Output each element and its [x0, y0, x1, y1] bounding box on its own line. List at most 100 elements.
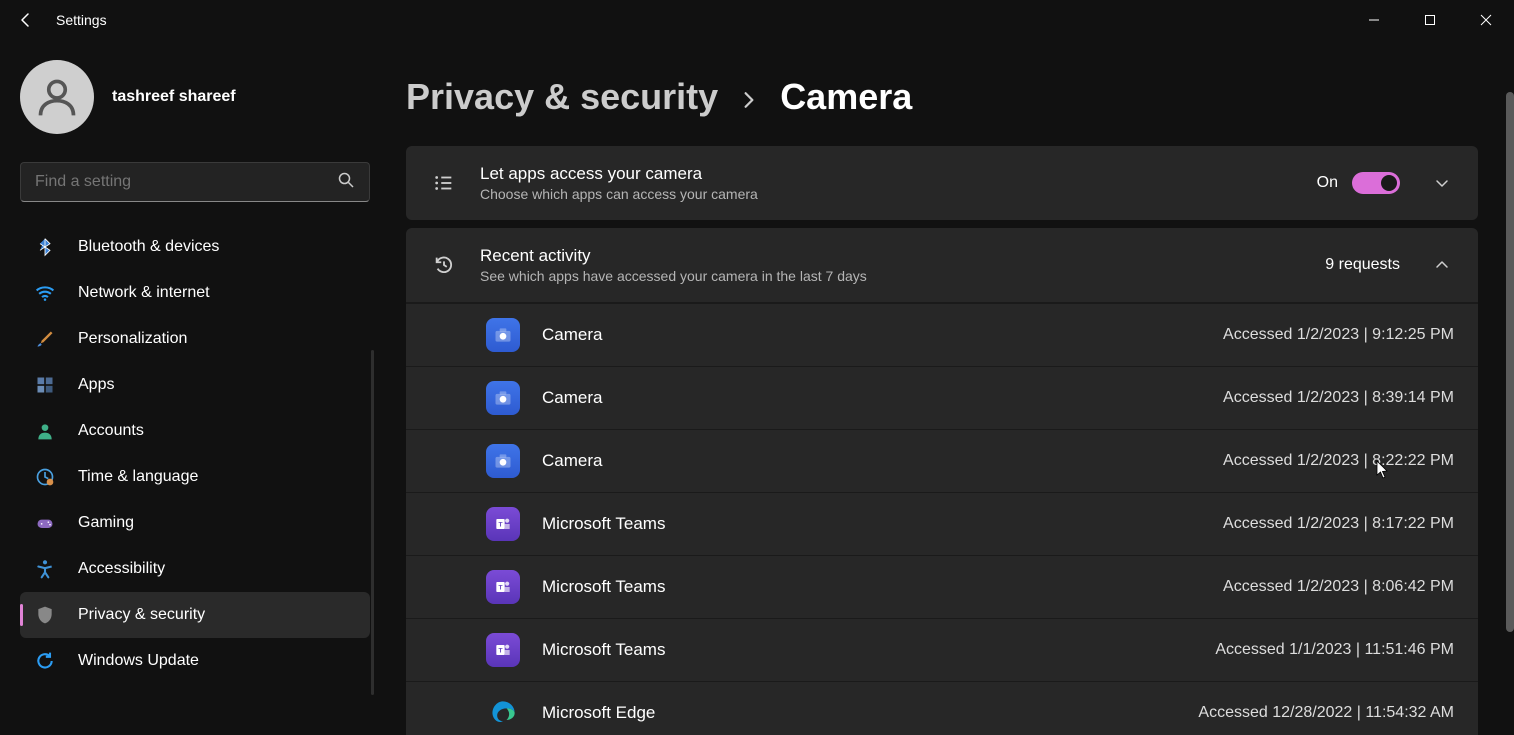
- recent-activity-panel: Recent activity See which apps have acce…: [406, 228, 1478, 735]
- activity-row[interactable]: Microsoft Edge Accessed 12/28/2022 | 11:5…: [406, 681, 1478, 735]
- teams-app-icon: T: [486, 633, 520, 667]
- bluetooth-icon: [34, 236, 56, 258]
- collapse-button[interactable]: [1430, 253, 1454, 277]
- activity-app-name: Camera: [542, 451, 1201, 471]
- sidebar-item-label: Windows Update: [78, 652, 199, 670]
- user-profile[interactable]: tashreef shareef: [20, 60, 370, 134]
- chevron-up-icon: [1434, 257, 1450, 273]
- activity-timestamp: Accessed 1/1/2023 | 11:51:46 PM: [1215, 641, 1454, 659]
- activity-row[interactable]: T Microsoft Teams Accessed 1/2/2023 | 8:06…: [406, 555, 1478, 618]
- arrow-left-icon: [18, 12, 34, 28]
- list-icon: [430, 169, 458, 197]
- request-count: 9 requests: [1325, 256, 1400, 274]
- camera-app-icon: [486, 381, 520, 415]
- chevron-right-icon: [740, 88, 758, 116]
- gamepad-icon: [34, 512, 56, 534]
- search-input[interactable]: [35, 173, 337, 191]
- teams-app-icon: T: [486, 507, 520, 541]
- sidebar-item-label: Time & language: [78, 468, 198, 486]
- sidebar-item-privacy-security[interactable]: Privacy & security: [20, 592, 370, 638]
- sidebar-item-label: Privacy & security: [78, 606, 205, 624]
- activity-timestamp: Accessed 12/28/2022 | 11:54:32 AM: [1198, 704, 1454, 722]
- activity-timestamp: Accessed 1/2/2023 | 8:17:22 PM: [1223, 515, 1454, 533]
- sidebar-item-windows-update[interactable]: Windows Update: [20, 638, 370, 684]
- user-name: tashreef shareef: [112, 88, 236, 106]
- minimize-icon: [1368, 14, 1380, 26]
- wifi-icon: [34, 282, 56, 304]
- activity-app-name: Microsoft Teams: [542, 514, 1201, 534]
- sidebar-item-personalization[interactable]: Personalization: [20, 316, 370, 362]
- back-button[interactable]: [8, 2, 44, 38]
- titlebar: Settings: [0, 0, 1514, 40]
- sidebar-item-time-language[interactable]: Time & language: [20, 454, 370, 500]
- sidebar-item-accessibility[interactable]: Accessibility: [20, 546, 370, 592]
- sidebar-item-label: Accessibility: [78, 560, 165, 578]
- person-icon: [34, 420, 56, 442]
- sidebar-item-network-internet[interactable]: Network & internet: [20, 270, 370, 316]
- edge-app-icon: [486, 696, 520, 730]
- page-title: Camera: [780, 76, 912, 118]
- let-apps-access-camera-setting[interactable]: Let apps access your camera Choose which…: [406, 146, 1478, 220]
- activity-timestamp: Accessed 1/2/2023 | 8:06:42 PM: [1223, 578, 1454, 596]
- sidebar-item-label: Accounts: [78, 422, 144, 440]
- recent-activity-title: Recent activity: [480, 246, 1303, 266]
- sidebar-item-label: Gaming: [78, 514, 134, 532]
- person-icon: [35, 75, 79, 119]
- sidebar-item-gaming[interactable]: Gaming: [20, 500, 370, 546]
- paintbrush-icon: [34, 328, 56, 350]
- sidebar-item-label: Network & internet: [78, 284, 210, 302]
- svg-text:T: T: [498, 585, 502, 592]
- update-icon: [34, 650, 56, 672]
- activity-row[interactable]: CameraAccessed 1/2/2023 | 8:22:22 PM: [406, 429, 1478, 492]
- activity-app-name: Camera: [542, 325, 1201, 345]
- close-button[interactable]: [1458, 0, 1514, 40]
- activity-row[interactable]: T Microsoft Teams Accessed 1/1/2023 | 11:5…: [406, 618, 1478, 681]
- sidebar: tashreef shareef Bluetooth & devices Netw…: [0, 40, 390, 735]
- recent-activity-header[interactable]: Recent activity See which apps have acce…: [406, 228, 1478, 303]
- camera-access-toggle[interactable]: [1352, 172, 1400, 194]
- setting-subtitle: Choose which apps can access your camera: [480, 186, 1295, 202]
- activity-app-name: Camera: [542, 388, 1201, 408]
- activity-app-name: Microsoft Teams: [542, 640, 1193, 660]
- accessibility-icon: [34, 558, 56, 580]
- activity-row[interactable]: Camera Accessed 1/2/2023 | 8:39:14 PM: [406, 366, 1478, 429]
- sidebar-item-label: Apps: [78, 376, 114, 394]
- chevron-down-icon: [1434, 175, 1450, 191]
- maximize-icon: [1424, 14, 1436, 26]
- sidebar-item-label: Personalization: [78, 330, 187, 348]
- search-icon: [337, 171, 355, 194]
- activity-row[interactable]: T Microsoft Teams Accessed 1/2/2023 | 8:17…: [406, 492, 1478, 555]
- main-scrollbar[interactable]: [1506, 92, 1514, 632]
- app-title: Settings: [56, 12, 107, 28]
- activity-timestamp: Accessed 1/2/2023 | 8:39:14 PM: [1223, 389, 1454, 407]
- search-box[interactable]: [20, 162, 370, 202]
- teams-app-icon: T: [486, 570, 520, 604]
- maximize-button[interactable]: [1402, 0, 1458, 40]
- activity-timestamp: Accessed 1/2/2023 | 9:12:25 PM: [1223, 326, 1454, 344]
- recent-activity-subtitle: See which apps have accessed your camera…: [480, 268, 1303, 284]
- minimize-button[interactable]: [1346, 0, 1402, 40]
- sidebar-scrollbar[interactable]: [371, 350, 374, 695]
- breadcrumb: Privacy & security Camera: [406, 76, 1478, 118]
- expand-button[interactable]: [1430, 171, 1454, 195]
- activity-row[interactable]: Camera Accessed 1/2/2023 | 9:12:25 PM: [406, 303, 1478, 366]
- shield-icon: [34, 604, 56, 626]
- main-content: Privacy & security Camera Let apps acces…: [390, 40, 1514, 735]
- setting-title: Let apps access your camera: [480, 164, 1295, 184]
- camera-app-icon: [486, 444, 520, 478]
- svg-text:T: T: [498, 648, 502, 655]
- clock-globe-icon: [34, 466, 56, 488]
- sidebar-item-bluetooth-devices[interactable]: Bluetooth & devices: [20, 224, 370, 270]
- camera-app-icon: [486, 318, 520, 352]
- toggle-state-label: On: [1317, 174, 1338, 192]
- sidebar-item-accounts[interactable]: Accounts: [20, 408, 370, 454]
- sidebar-item-apps[interactable]: Apps: [20, 362, 370, 408]
- apps-icon: [34, 374, 56, 396]
- sidebar-item-label: Bluetooth & devices: [78, 238, 219, 256]
- close-icon: [1480, 14, 1492, 26]
- avatar: [20, 60, 94, 134]
- breadcrumb-parent[interactable]: Privacy & security: [406, 76, 718, 118]
- activity-app-name: Microsoft Edge: [542, 703, 1176, 723]
- svg-text:T: T: [498, 522, 502, 529]
- activity-app-name: Microsoft Teams: [542, 577, 1201, 597]
